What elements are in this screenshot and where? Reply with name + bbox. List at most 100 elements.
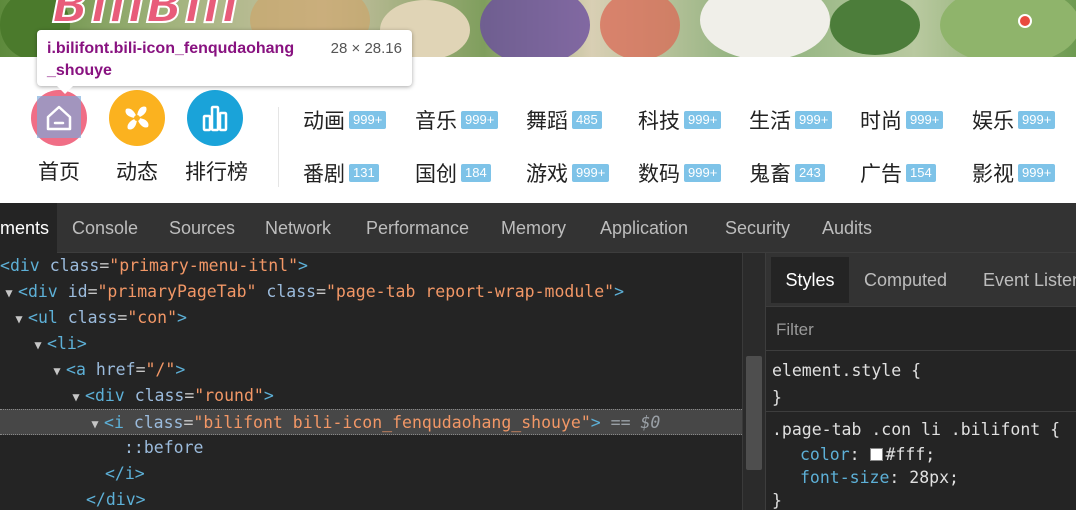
category-name: 数码 <box>638 163 680 186</box>
category-count-badge: 131 <box>349 164 379 182</box>
css-rule-divider <box>766 411 1076 412</box>
nav-label-home: 首页 <box>38 161 80 184</box>
css-declaration[interactable]: font-size: 28px; <box>772 466 959 490</box>
css-selector[interactable]: element.style { <box>772 359 921 383</box>
dom-tag: div <box>9 256 40 275</box>
css-selector[interactable]: .page-tab .con li .bilifont { <box>772 418 1060 442</box>
tab-security[interactable]: Security <box>725 203 790 253</box>
devtools-tab-bar: ments Console Sources Network Performanc… <box>0 203 1076 253</box>
category-count-badge: 485 <box>572 111 602 129</box>
css-declaration[interactable]: color: #fff; <box>772 443 935 467</box>
category-link[interactable]: 游戏 999+ <box>526 158 610 188</box>
dom-scrollbar-thumb[interactable] <box>746 356 762 470</box>
category-link[interactable]: 舞蹈 485 <box>526 105 602 135</box>
round-ranking[interactable] <box>187 90 243 146</box>
tab-console[interactable]: Console <box>72 203 138 253</box>
css-property-name[interactable]: font-size <box>800 468 889 487</box>
dom-node-line[interactable]: ▼ <ul class="con"> <box>0 305 187 331</box>
category-link[interactable]: 广告 154 <box>860 158 936 188</box>
dom-attr-name: class <box>67 308 118 327</box>
tab-application[interactable]: Application <box>600 203 688 253</box>
category-link[interactable]: 生活 999+ <box>749 105 833 135</box>
category-link[interactable]: 番剧 131 <box>303 158 379 188</box>
tab-computed[interactable]: Computed <box>864 257 947 303</box>
site-logo[interactable]: BiliBili <box>51 0 240 35</box>
styles-filter-input[interactable] <box>776 317 1066 343</box>
banner-character <box>480 0 590 57</box>
dom-pseudo-element: ::before <box>124 438 204 457</box>
tab-performance[interactable]: Performance <box>366 203 469 253</box>
filter-row <box>766 307 1076 351</box>
css-property-value[interactable]: 28px; <box>909 468 959 487</box>
category-link[interactable]: 音乐 999+ <box>415 105 499 135</box>
category-link[interactable]: 时尚 999+ <box>860 105 944 135</box>
expand-triangle-icon[interactable]: ▼ <box>10 306 28 332</box>
category-link[interactable]: 鬼畜 243 <box>749 158 825 188</box>
round-dynamic[interactable] <box>109 90 165 146</box>
dom-attr-value[interactable]: "/" <box>146 360 176 379</box>
dom-node-line-selected[interactable]: ▼ <i class="bilifont bili-icon_fenqudaoha… <box>0 409 742 435</box>
tab-sources[interactable]: Sources <box>169 203 235 253</box>
css-property-name[interactable]: color <box>800 445 850 464</box>
category-count-badge: 999+ <box>795 111 833 129</box>
tab-audits[interactable]: Audits <box>822 203 872 253</box>
category-link[interactable]: 国创 184 <box>415 158 491 188</box>
banner-foliage <box>830 0 920 55</box>
category-link[interactable]: 动画 999+ <box>303 105 387 135</box>
tab-elements[interactable]: ments <box>0 203 57 253</box>
dom-node-line[interactable]: </div> <box>0 487 146 510</box>
category-count-badge: 184 <box>461 164 491 182</box>
notification-dot <box>1018 14 1032 28</box>
category-count-badge: 999+ <box>906 111 944 129</box>
dom-tree[interactable]: <div class="primary-menu-itnl"> ▼ <div id… <box>0 253 765 510</box>
category-link[interactable]: 科技 999+ <box>638 105 722 135</box>
category-name: 游戏 <box>526 163 568 186</box>
category-count-badge: 999+ <box>1018 111 1056 129</box>
category-name: 娱乐 <box>972 110 1014 133</box>
tab-network[interactable]: Network <box>265 203 331 253</box>
category-count-badge: 999+ <box>572 164 610 182</box>
dom-tag: i <box>113 413 124 432</box>
nav-label-ranking: 排行榜 <box>185 161 248 184</box>
css-property-value[interactable]: #fff; <box>886 445 936 464</box>
tooltip-selector-line2: _shouye <box>47 62 112 79</box>
dom-node-line[interactable]: ▼ <div id="primaryPageTab" class="page-ta… <box>0 279 624 305</box>
color-swatch-icon[interactable] <box>869 448 883 461</box>
category-count-badge: 999+ <box>461 111 499 129</box>
round-home[interactable] <box>31 90 87 146</box>
expand-triangle-icon[interactable]: ▼ <box>48 358 66 384</box>
nav-item-dynamic[interactable]: 动态 <box>107 90 167 186</box>
category-count-badge: 154 <box>906 164 936 182</box>
banner-foliage <box>940 0 1076 57</box>
dom-attr-name: href <box>95 360 136 379</box>
dom-node-line[interactable]: ▼ <li> <box>0 331 86 358</box>
category-count-badge: 999+ <box>684 164 722 182</box>
dom-attr-name: id <box>67 282 88 301</box>
expand-triangle-icon[interactable]: ▼ <box>29 332 47 358</box>
expand-triangle-icon[interactable]: ▼ <box>0 280 18 306</box>
dom-attr-value: "bilifont bili-icon_fenqudaohang_shouye" <box>193 413 591 432</box>
expand-triangle-icon[interactable]: ▼ <box>86 411 104 437</box>
category-link[interactable]: 娱乐 999+ <box>972 105 1056 135</box>
dom-closing-tag: </div> <box>86 490 146 509</box>
category-name: 动画 <box>303 110 345 133</box>
dom-tag: div <box>27 282 58 301</box>
category-name: 科技 <box>638 110 680 133</box>
dom-node-line[interactable]: ▼ <a href="/"> <box>0 357 185 383</box>
dom-node-line[interactable]: ::before <box>0 435 203 461</box>
dom-node-line[interactable]: </i> <box>0 461 145 487</box>
styles-pane: Styles Computed Event Listen element.sty… <box>765 253 1076 510</box>
nav-item-ranking[interactable]: 排行榜 <box>185 90 248 186</box>
nav-divider <box>278 107 279 187</box>
dom-node-line[interactable]: <div class="primary-menu-itnl"> <box>0 253 308 279</box>
dom-tag: a <box>75 360 86 379</box>
dom-node-line[interactable]: ▼ <div class="round"> <box>0 383 273 410</box>
tab-styles[interactable]: Styles <box>771 257 849 303</box>
tab-event-listeners[interactable]: Event Listen <box>983 257 1076 303</box>
dom-attr-value: "primaryPageTab" <box>97 282 257 301</box>
category-link[interactable]: 影视 999+ <box>972 158 1056 188</box>
tab-memory[interactable]: Memory <box>501 203 566 253</box>
expand-triangle-icon[interactable]: ▼ <box>67 384 85 410</box>
category-link[interactable]: 数码 999+ <box>638 158 722 188</box>
nav-item-home[interactable]: 首页 <box>29 90 89 186</box>
